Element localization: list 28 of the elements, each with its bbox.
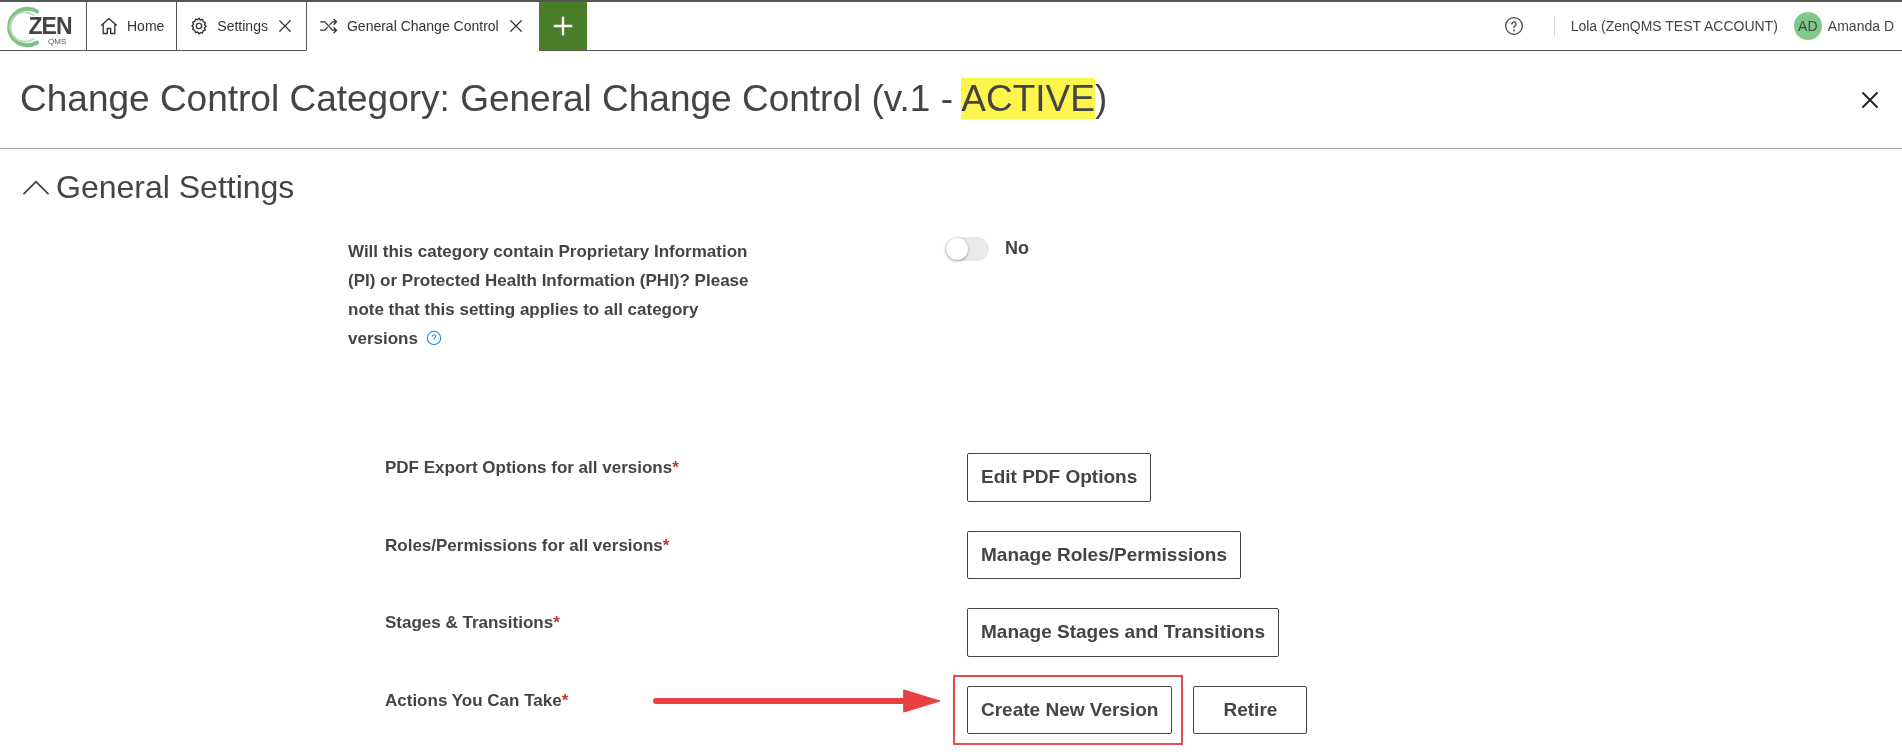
logo: ZEN QMS — [0, 2, 86, 50]
action-button[interactable]: Create New Version — [967, 685, 1173, 734]
settings-icon — [189, 16, 210, 36]
action-button[interactable]: Retire — [1193, 685, 1308, 734]
section-header[interactable]: General Settings — [0, 149, 1902, 225]
toggle-label: No — [1005, 237, 1029, 260]
add-tab-button[interactable] — [538, 2, 587, 50]
account-name[interactable]: Lola (ZenQMS TEST ACCOUNT) — [1553, 15, 1778, 37]
tab-label: General Change Control — [346, 16, 499, 36]
setting-label: Stages & Transitions* — [385, 612, 561, 634]
action-button[interactable]: Manage Roles/Permissions — [967, 530, 1242, 579]
setting-label: PDF Export Options for all versions* — [385, 457, 680, 479]
user-avatar[interactable]: AD — [1793, 12, 1822, 40]
tab-label: Home — [127, 16, 165, 36]
plus-icon — [551, 15, 574, 37]
question-text: Will this category contain Proprietary Information (PI) or Protected Health Information (PHI)? Please note that this setting applies to all category versions — [348, 241, 750, 350]
setting-label: Actions You Can Take* — [385, 685, 967, 713]
user-name[interactable]: Amanda D — [1827, 15, 1894, 37]
shuffle-icon — [318, 16, 339, 36]
action-button[interactable]: Manage Stages and Transitions — [967, 608, 1280, 657]
tab[interactable]: General Change Control — [305, 2, 539, 51]
tab-label: Settings — [217, 16, 268, 36]
toggle-switch[interactable] — [945, 236, 989, 261]
action-button[interactable]: Edit PDF Options — [967, 453, 1152, 502]
page-title: Change Control Category: General Change Control (v.1 - ACTIVE) — [20, 77, 1108, 122]
home-icon — [99, 16, 119, 36]
setting-label: Roles/Permissions for all versions* — [385, 534, 671, 557]
help-icon[interactable] — [1503, 16, 1524, 36]
